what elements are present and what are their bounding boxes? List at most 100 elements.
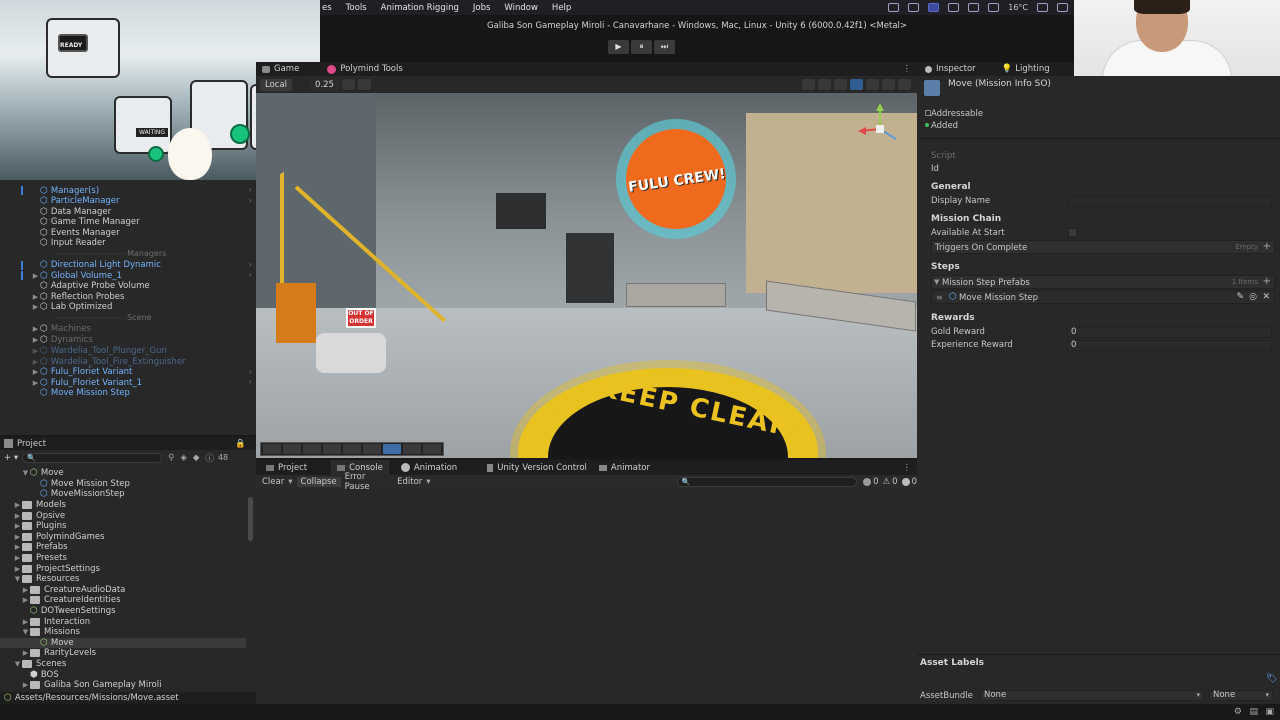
expand-arrow-icon[interactable]: ▶ — [13, 522, 22, 530]
clear-dropdown-icon[interactable]: ▾ — [288, 477, 292, 487]
project-tree-item[interactable]: ▶ ProjectSettings — [0, 563, 246, 574]
step-item-row[interactable]: ≡ ⬡ Move Mission Step ✎ ◎ ✕ — [931, 290, 1275, 304]
pause-button[interactable]: ⏸ — [631, 40, 652, 54]
tab-polymind-tools[interactable]: Polymind Tools — [327, 64, 403, 74]
log-count-toggle[interactable]: 0 — [863, 477, 879, 487]
add-trigger-button[interactable]: + — [1263, 241, 1271, 252]
layers-icon[interactable] — [866, 79, 879, 90]
create-asset-button[interactable]: + ▾ — [4, 453, 18, 463]
error-count-toggle[interactable]: 0 — [901, 477, 917, 487]
tab-unity-version-control[interactable]: Unity Version Control — [481, 460, 593, 475]
hierarchy-item[interactable]: ▶ ⬡ Reflection Probes — [31, 291, 125, 302]
target-icon[interactable]: ◎ — [1249, 292, 1257, 302]
hierarchy-item[interactable]: ⬡ Events Manager — [40, 227, 120, 238]
hierarchy-item[interactable]: ▶ ⬡ Fulu_Floriet Variant — [31, 367, 133, 378]
menu-item-animation-rigging[interactable]: Animation Rigging — [381, 3, 459, 13]
scale-tool-icon[interactable] — [343, 444, 361, 454]
grid-tool-icon[interactable] — [303, 444, 321, 454]
transform-tool-icon[interactable] — [383, 444, 401, 454]
menu-item-window[interactable]: Window — [504, 3, 538, 13]
menu-item-edit[interactable]: es — [322, 3, 332, 13]
project-tab-label[interactable]: Project — [17, 439, 46, 449]
expand-arrow-icon[interactable]: ▶ — [31, 347, 40, 355]
expand-arrow-icon[interactable]: ▶ — [31, 379, 40, 387]
expand-arrow-icon[interactable]: ▶ — [21, 618, 30, 626]
snap-increment-field[interactable]: 0.25 — [310, 78, 339, 91]
console-search-input[interactable]: 🔍 — [676, 477, 858, 487]
grid-toggle-icon[interactable] — [357, 79, 371, 90]
project-tree-item[interactable]: ▶ PolymindGames — [0, 532, 246, 543]
play-media-icon[interactable] — [1037, 3, 1048, 12]
tray-icon-1[interactable] — [888, 3, 900, 12]
project-tree-item[interactable]: ▶ CreatureIdentities — [0, 595, 246, 606]
menu-item-help[interactable]: Help — [552, 3, 571, 13]
hierarchy-item[interactable]: ⬡ Adaptive Probe Volume — [40, 281, 150, 292]
project-tree-item[interactable]: ▶ Plugins — [0, 521, 246, 532]
lock-icon[interactable]: 🔒 — [235, 439, 246, 449]
info-icon[interactable]: ⓘ — [205, 452, 214, 464]
project-tree-item[interactable]: ⬢ BOS — [0, 669, 246, 680]
step-button[interactable]: ⏭ — [654, 40, 675, 54]
progress-icon[interactable]: ▤ — [1249, 707, 1258, 717]
open-prefab-chevron-icon[interactable]: › — [249, 260, 252, 269]
search-tool-icon[interactable] — [363, 444, 381, 454]
hierarchy-item[interactable]: ▶ ⬡ Dynamics — [31, 334, 93, 345]
hierarchy-item[interactable]: ▶ ⬡ Global Volume_1 — [31, 270, 122, 281]
project-tree-item[interactable]: ▶ Prefabs — [0, 542, 246, 553]
hierarchy-item[interactable]: ⬡ Directional Light Dynamic — [40, 260, 161, 271]
pivot-space-dropdown[interactable]: Local — [260, 78, 293, 91]
project-tree-item[interactable]: ⬡ Move — [0, 637, 246, 649]
console-log-area[interactable] — [256, 489, 917, 704]
project-scrollbar[interactable] — [248, 497, 253, 541]
search-filter-icon[interactable]: ⚲ — [168, 453, 174, 463]
open-prefab-chevron-icon[interactable]: › — [249, 196, 252, 205]
tab-animation[interactable]: Animation — [395, 460, 463, 475]
project-tree-item[interactable]: ▶ Opsive — [0, 510, 246, 521]
menu-item-jobs[interactable]: Jobs — [473, 3, 491, 13]
tab-lighting[interactable]: 💡 Lighting — [1002, 64, 1050, 74]
expand-arrow-icon[interactable]: ▶ — [31, 358, 40, 366]
label-filter-icon[interactable]: ◆ — [193, 453, 200, 463]
type-filter-icon[interactable]: ◈ — [180, 453, 187, 463]
expand-arrow-icon[interactable]: ▶ — [13, 543, 22, 551]
expand-arrow-icon[interactable]: ▼ — [13, 660, 22, 668]
open-prefab-chevron-icon[interactable]: › — [249, 377, 252, 386]
project-tree-item[interactable]: ▶ Galiba Son Gameplay Miroli — [0, 680, 246, 691]
project-tree-item[interactable]: ▶ Models — [0, 500, 246, 511]
expand-arrow-icon[interactable]: ▶ — [13, 501, 22, 509]
scene-viewport[interactable]: FULU CREW! OUT OF ORDER KEEP CLEAR — [256, 93, 917, 458]
snap-settings-icon[interactable] — [341, 79, 355, 90]
asset-bundle-dropdown[interactable]: None ▾ — [980, 690, 1204, 701]
expand-arrow-icon[interactable]: ▶ — [31, 303, 40, 311]
paint-toggle-icon[interactable] — [834, 79, 847, 90]
expand-arrow-icon[interactable]: ▶ — [31, 293, 40, 301]
visibility-eye-icon[interactable] — [850, 79, 863, 90]
expand-arrow-icon[interactable]: ▶ — [21, 681, 30, 689]
collab-icon[interactable]: ▣ — [1265, 707, 1274, 717]
tab-inspector[interactable]: Inspector — [925, 64, 976, 74]
volume-icon[interactable] — [1057, 3, 1068, 12]
drag-handle-icon[interactable]: ≡ — [936, 293, 943, 302]
expand-arrow-icon[interactable]: ▼ — [21, 628, 30, 636]
expand-arrow-icon[interactable]: ▶ — [21, 586, 30, 594]
expand-arrow-icon[interactable]: ▶ — [21, 649, 30, 657]
project-tree-item[interactable]: ▶ Interaction — [0, 616, 246, 627]
notification-icon[interactable]: ⚙ — [1234, 707, 1242, 717]
hierarchy-item[interactable]: ▶ ⬡ Wardelia_Tool_Fire_Extinguisher — [31, 356, 186, 367]
expand-arrow-icon[interactable]: ▶ — [21, 596, 30, 604]
hierarchy-item[interactable]: ⬡ Manager(s) — [40, 185, 99, 196]
tray-icon-5[interactable] — [988, 3, 1000, 12]
tab-project[interactable]: Project — [260, 460, 313, 475]
expand-arrow-icon[interactable]: ▼ — [13, 575, 22, 583]
tab-animator[interactable]: Animator — [593, 460, 656, 475]
tray-icon-3[interactable] — [948, 3, 960, 12]
remove-icon[interactable]: ✕ — [1262, 292, 1270, 302]
orientation-gizmo[interactable] — [852, 101, 908, 157]
tray-icon-4[interactable] — [968, 3, 980, 12]
expand-arrow-icon[interactable]: ▶ — [13, 533, 22, 541]
rect-tool-icon[interactable] — [403, 444, 421, 454]
expand-arrow-icon[interactable]: ▶ — [13, 554, 22, 562]
expand-arrow-icon[interactable]: ▶ — [31, 272, 40, 280]
project-tree-item[interactable]: ▼ ⬡ Move — [0, 468, 246, 479]
move-tool-icon[interactable] — [283, 444, 301, 454]
